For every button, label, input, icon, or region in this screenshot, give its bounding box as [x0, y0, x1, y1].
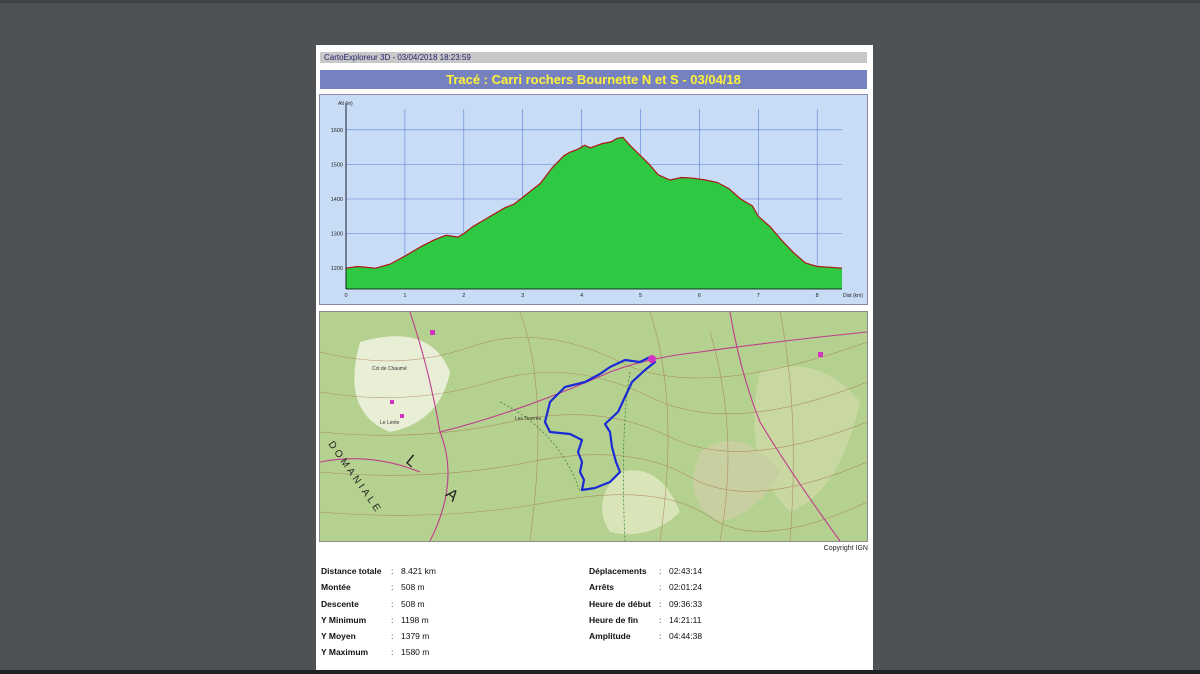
stat-label: Heure de fin — [589, 614, 639, 625]
stat-value: 1580 m — [401, 647, 430, 658]
stat-value: 09:36:33 — [669, 598, 703, 609]
stat-value: 02:01:24 — [669, 582, 703, 593]
x-tick-label: 2 — [462, 293, 465, 299]
stat-row-ascent: Montée:508 m — [321, 579, 436, 595]
map-copyright: Copyright IGN — [823, 545, 868, 552]
page-title: Tracé : Carri rochers Bournette N et S -… — [320, 70, 867, 89]
stat-value: 1379 m — [401, 631, 430, 642]
map-label-1: Les Tourrès — [515, 416, 542, 422]
stat-label: Y Moyen — [321, 631, 356, 642]
stat-label: Déplacements — [589, 566, 647, 576]
stat-label: Heure de début — [589, 598, 651, 609]
stats-right-column: Déplacements:02:43:14 Arrêts:02:01:24 He… — [589, 563, 702, 644]
stat-label: Distance totale — [321, 566, 382, 576]
y-tick-label: 1600 — [331, 128, 343, 134]
stat-value: 02:43:14 — [669, 566, 703, 576]
map-label-2: Le Lente — [380, 420, 400, 426]
start-point-marker — [648, 355, 656, 363]
stat-label: Arrêts — [589, 582, 615, 593]
stat-colon: : — [659, 631, 662, 642]
stat-row-y-min: Y Minimum:1198 m — [321, 612, 436, 628]
map-label-0: Col de Chaumé — [372, 366, 407, 372]
stat-colon: : — [391, 566, 394, 576]
stats-left-column: Distance totale:8.421 km Montée:508 m De… — [321, 563, 436, 661]
x-tick-label: 6 — [698, 293, 701, 299]
stat-row-stops: Arrêts:02:01:24 — [589, 579, 702, 595]
stat-label: Amplitude — [589, 631, 631, 642]
stat-colon: : — [391, 647, 394, 658]
stat-row-start-time: Heure de début:09:36:33 — [589, 596, 702, 612]
stat-colon: : — [391, 598, 394, 609]
window-top-border — [0, 0, 1200, 3]
stat-label: Y Minimum — [321, 614, 367, 625]
x-axis-label: Dist (km) — [843, 293, 863, 299]
x-tick-label: 0 — [344, 293, 347, 299]
stat-label: Descente — [321, 598, 359, 609]
stat-row-y-mean: Y Moyen:1379 m — [321, 628, 436, 644]
x-tick-label: 7 — [757, 293, 760, 299]
stat-colon: : — [659, 582, 662, 593]
stat-colon: : — [391, 631, 394, 642]
stat-value: 8.421 km — [401, 566, 436, 576]
stat-colon: : — [391, 614, 394, 625]
stat-colon: : — [659, 614, 662, 625]
stat-value: 508 m — [401, 582, 425, 593]
stat-row-amplitude: Amplitude:04:44:38 — [589, 628, 702, 644]
x-tick-label: 1 — [403, 293, 406, 299]
stat-value: 04:44:38 — [669, 631, 703, 642]
topo-map-svg: Col de Chaumé Les Tourrès Le Lente DOMAN… — [320, 312, 867, 541]
stat-colon: : — [659, 598, 662, 609]
stat-colon: : — [659, 566, 662, 576]
x-tick-label: 8 — [816, 293, 819, 299]
stat-row-distance: Distance totale:8.421 km — [321, 563, 436, 579]
y-tick-label: 1500 — [331, 162, 343, 168]
elevation-area — [346, 137, 842, 289]
topo-map[interactable]: Col de Chaumé Les Tourrès Le Lente DOMAN… — [319, 311, 868, 542]
stat-value: 14:21:11 — [669, 614, 702, 625]
stat-label: Y Maximum — [321, 647, 369, 658]
stat-value: 508 m — [401, 598, 425, 609]
stat-colon: : — [391, 582, 394, 593]
x-tick-label: 3 — [521, 293, 524, 299]
y-tick-label: 1300 — [331, 232, 343, 238]
window-bottom-border — [0, 670, 1200, 674]
stat-row-moving: Déplacements:02:43:14 — [589, 563, 702, 579]
app-header: CartoExploreur 3D - 03/04/2018 18:23:59 — [320, 52, 867, 63]
y-tick-label: 1200 — [331, 266, 343, 272]
y-tick-label: 1400 — [331, 197, 343, 203]
x-tick-label: 5 — [639, 293, 642, 299]
elevation-chart-svg: 1200 1300 1400 1500 1600 0 1 2 3 4 5 6 7 8 Alt (m) Dist… — [331, 101, 864, 299]
stat-label: Montée — [321, 582, 351, 593]
x-tick-label: 4 — [580, 293, 583, 299]
stat-value: 1198 m — [401, 614, 429, 625]
stat-row-end-time: Heure de fin:14:21:11 — [589, 612, 702, 628]
elevation-profile-chart: 1200 1300 1400 1500 1600 0 1 2 3 4 5 6 7 8 Alt (m) Dist… — [319, 94, 868, 305]
stat-row-y-max: Y Maximum:1580 m — [321, 644, 436, 660]
stat-row-descent: Descente:508 m — [321, 596, 436, 612]
y-axis-label: Alt (m) — [338, 101, 353, 107]
report-page: CartoExploreur 3D - 03/04/2018 18:23:59 … — [316, 45, 873, 670]
